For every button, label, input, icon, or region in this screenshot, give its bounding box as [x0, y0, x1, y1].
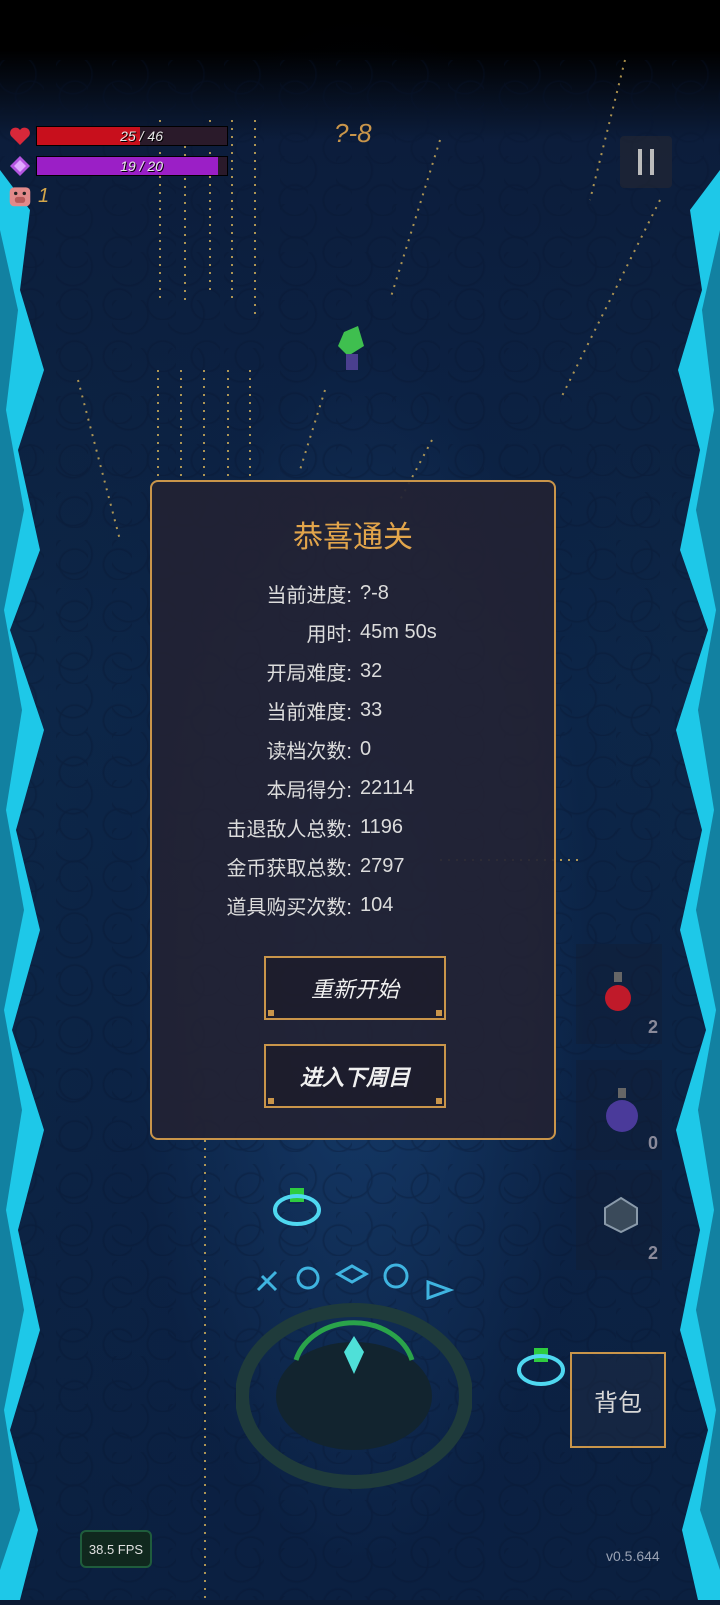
mp-row: 19 / 20: [8, 154, 228, 178]
stat-label: 道具购买次数:: [226, 897, 352, 919]
stat-row-score: 本局得分: 22114: [152, 769, 554, 808]
stat-label: 本局得分:: [266, 780, 352, 802]
dice-icon: [602, 1196, 640, 1239]
stat-row-gold-earned: 金币获取总数: 2797: [152, 847, 554, 886]
version-label: v0.5.644: [606, 1548, 660, 1564]
stat-row-current-progress: 当前进度: ?-8: [152, 574, 554, 613]
stage-indicator: ?-8: [334, 118, 372, 148]
next-cycle-button[interactable]: 进入下周目: [264, 1044, 446, 1108]
purple-potion-icon: [602, 1086, 642, 1139]
stat-label: 当前进度:: [266, 585, 352, 607]
mp-text: 19 / 20: [120, 158, 163, 174]
hp-row: 25 / 46: [8, 124, 228, 148]
hp-bar: 25 / 46: [36, 126, 228, 146]
stat-value: 104: [360, 894, 394, 916]
pause-icon-bar-right: [650, 149, 654, 175]
stat-label: 当前难度:: [266, 702, 352, 724]
stat-value: 22114: [360, 777, 415, 799]
stat-row-start-difficulty: 开局难度: 32: [152, 652, 554, 691]
item-count: 0: [647, 1133, 658, 1153]
item-slot-dice[interactable]: 2: [576, 1170, 662, 1270]
spiral-skill-icon: [383, 1263, 409, 1289]
portal: [236, 1303, 472, 1489]
play-skill-icon: [426, 1279, 455, 1300]
dash-skill-icon: [256, 1270, 278, 1292]
stat-row-current-difficulty: 当前难度: 33: [152, 691, 554, 730]
left-crystal-wall: [0, 170, 48, 1600]
stat-row-items-bought: 道具购买次数: 104: [152, 886, 554, 925]
turret: [517, 1348, 565, 1386]
stat-label: 用时:: [306, 624, 352, 646]
stat-label: 金币获取总数:: [226, 858, 352, 880]
mp-bar: 19 / 20: [36, 156, 228, 176]
pig-count: 1: [38, 184, 50, 207]
bag-button-label: 背包: [594, 1389, 642, 1417]
turret: [273, 1188, 321, 1226]
pig-row: 1: [8, 184, 228, 208]
stat-value: 32: [360, 660, 383, 682]
item-count: 2: [647, 1243, 658, 1263]
stat-row-enemies-defeated: 击退敌人总数: 1196: [152, 808, 554, 847]
stat-row-load-count: 读档次数: 0: [152, 730, 554, 769]
stat-label: 击退敌人总数:: [226, 819, 352, 841]
stat-value: 0: [360, 738, 372, 760]
eye-skill-icon: [334, 1264, 370, 1284]
restart-button[interactable]: 重新开始: [264, 956, 446, 1020]
player-hud: 25 / 46 19 / 20 1: [8, 124, 228, 208]
stat-value: 45m 50s: [360, 621, 437, 643]
stat-value: 33: [360, 699, 383, 721]
stats-list: 当前进度: ?-8 用时: 45m 50s 开局难度: 32 当前难度: 33 …: [152, 574, 554, 925]
right-crystal-wall: [672, 170, 720, 1600]
stage-clear-dialog: 恭喜通关 当前进度: ?-8 用时: 45m 50s 开局难度: 32 当前难度…: [150, 480, 556, 1140]
item-slot-red-potion[interactable]: 2: [576, 944, 662, 1044]
pause-button[interactable]: [620, 136, 672, 188]
swirl-skill-icon: [296, 1266, 320, 1290]
red-potion-icon: [602, 970, 634, 1019]
stat-value: 2797: [360, 855, 405, 877]
bag-button[interactable]: 背包: [570, 1352, 666, 1448]
stat-label: 开局难度:: [266, 663, 352, 685]
hp-text: 25 / 46: [120, 128, 163, 144]
stat-value: 1196: [360, 816, 404, 838]
player-character: [334, 326, 368, 377]
dialog-title: 恭喜通关: [293, 521, 413, 554]
item-slot-purple-potion[interactable]: 0: [576, 1060, 662, 1160]
stat-value: ?-8: [360, 582, 389, 604]
item-count: 2: [647, 1017, 658, 1037]
stat-label: 读档次数:: [266, 741, 352, 763]
stat-row-time: 用时: 45m 50s: [152, 613, 554, 652]
fps-counter: 38.5 FPS: [80, 1530, 152, 1568]
pause-icon-bar-left: [638, 149, 642, 175]
skill-icons: [256, 1263, 455, 1300]
heart-icon: [8, 124, 32, 148]
mana-gem-icon: [8, 154, 32, 178]
pig-icon: [8, 184, 32, 208]
